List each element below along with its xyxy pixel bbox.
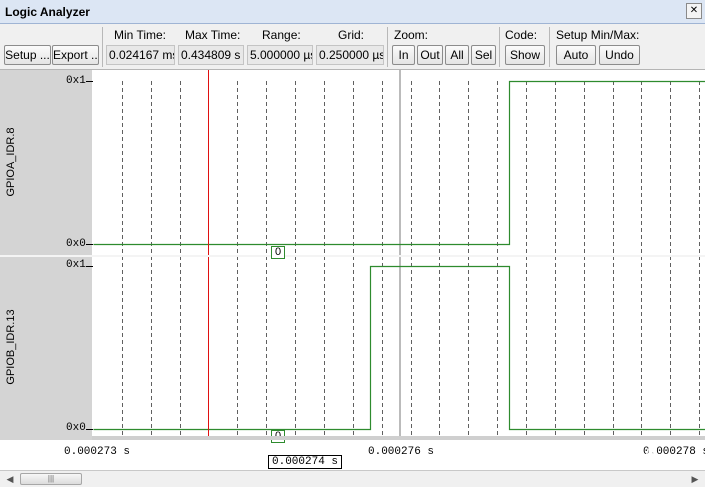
zoom-label: Zoom: (394, 28, 429, 42)
zoom-all-button[interactable]: All (445, 45, 469, 65)
toolbar-divider (549, 27, 550, 67)
toolbar: Setup ... Export ... Min Time: 0.024167 … (0, 24, 705, 70)
signal-min-label: 0x0 (66, 422, 86, 434)
watermark-text: 电子发烧友 (584, 441, 659, 459)
min-time-value: 0.024167 ms (106, 45, 175, 65)
signal-min-label: 0x0 (66, 238, 86, 250)
undo-button[interactable]: Undo (599, 45, 640, 65)
range-label: Range: (262, 28, 301, 42)
code-show-button[interactable]: Show (505, 45, 545, 65)
range-value: 5.000000 µs (247, 45, 313, 65)
signal-max-label: 0x1 (66, 75, 86, 87)
title-bar: Logic Analyzer ✕ (0, 0, 705, 24)
min-time-label: Min Time: (114, 28, 167, 42)
export-button[interactable]: Export ... (52, 45, 99, 65)
grid-value: 0.250000 µs (316, 45, 384, 65)
grid-label: Grid: (338, 28, 365, 42)
setup-minmax-label: Setup Min/Max: (556, 28, 640, 42)
window-title: Logic Analyzer (5, 5, 90, 19)
code-label: Code: (505, 28, 538, 42)
toolbar-divider (499, 27, 500, 67)
signal-name: GPIOB_IDR.13 (5, 309, 17, 385)
zoom-sel-button[interactable]: Sel (471, 45, 496, 65)
max-time-label: Max Time: (185, 28, 241, 42)
cursor-time-label: 0.000274 s (268, 455, 343, 469)
toolbar-divider (102, 27, 103, 67)
watermark-logo: 电子发烧友 www.elecfans.com (557, 440, 693, 469)
scroll-left-icon[interactable]: ◀ (3, 473, 17, 486)
signal-name: GPIOA_IDR.8 (5, 127, 17, 197)
grid-lines (86, 81, 700, 436)
horizontal-scrollbar[interactable]: ◀ ||| ▶ (0, 470, 705, 487)
zoom-out-button[interactable]: Out (417, 45, 443, 65)
setup-button[interactable]: Setup ... (4, 45, 51, 65)
signal-divider (0, 255, 705, 257)
signal-max-label: 0x1 (66, 259, 86, 271)
max-time-value: 0.434809 s (178, 45, 244, 65)
time-axis-label: 0.000276 s (368, 446, 435, 458)
time-axis-label: 0.000273 s (64, 446, 131, 458)
zoom-in-button[interactable]: In (392, 45, 415, 65)
auto-button[interactable]: Auto (556, 45, 596, 65)
cursor-value-box: 0 (271, 246, 286, 259)
scroll-right-icon[interactable]: ▶ (688, 473, 702, 486)
close-icon[interactable]: ✕ (686, 3, 702, 19)
watermark-url: www.elecfans.com (617, 459, 693, 469)
toolbar-divider (387, 27, 388, 67)
scroll-thumb[interactable]: ||| (20, 473, 82, 485)
